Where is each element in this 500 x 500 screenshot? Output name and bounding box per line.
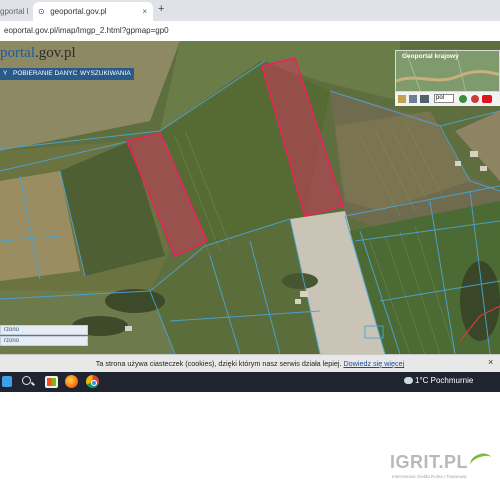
- tab-title: geoportal.gov.pl: [50, 7, 107, 16]
- igrit-logo-text: IGRIT.PL: [390, 452, 469, 472]
- brand-domain: .gov.pl: [35, 45, 76, 61]
- geoportal-logo[interactable]: portal.gov.pl: [0, 45, 76, 62]
- globe-icon: ⊙: [38, 7, 45, 16]
- menu-item-pobieranie-danych[interactable]: POBIERANIE DANYCH: [10, 68, 85, 80]
- search-icon[interactable]: [22, 376, 31, 385]
- brand-name: portal: [0, 45, 35, 61]
- printer-icon[interactable]: [420, 95, 429, 103]
- youtube-icon[interactable]: [482, 95, 492, 103]
- tab-title: gportal l: [0, 7, 29, 16]
- firefox-icon[interactable]: [65, 375, 78, 388]
- layer-item[interactable]: rzono: [0, 325, 88, 335]
- igrit-logo: IGRIT.PL: [390, 452, 468, 473]
- map-toolbar: pol: [395, 92, 500, 106]
- browser-tab-bar: gportal l ⊙ geoportal.gov.pl × +: [0, 0, 500, 21]
- weather-text[interactable]: 1°C Pochmurnie: [415, 376, 473, 385]
- layer-item[interactable]: rzono: [0, 336, 88, 346]
- globe-icon[interactable]: [459, 95, 467, 103]
- address-bar[interactable]: eoportal.gov.pl/imap/Imgp_2.html?gpmap=g…: [0, 21, 500, 42]
- cookie-text: Ta strona używa ciasteczek (cookies), dz…: [95, 359, 342, 368]
- cookie-banner: Ta strona używa ciasteczek (cookies), dz…: [0, 354, 500, 373]
- close-tab-icon[interactable]: ×: [142, 2, 147, 21]
- tab-active[interactable]: ⊙ geoportal.gov.pl ×: [33, 2, 153, 21]
- windows-icon[interactable]: [2, 376, 12, 387]
- search-handle: [31, 381, 35, 386]
- help-icon[interactable]: [471, 95, 479, 103]
- leaf-icon: [468, 450, 494, 473]
- new-tab-button[interactable]: +: [158, 3, 164, 15]
- menu-item-wyszukiwania[interactable]: WYSZUKIWANIA: [77, 68, 134, 80]
- map-viewport[interactable]: portal.gov.pl Y POBIERANIE DANYCH WYSZUK…: [0, 41, 500, 354]
- weather-icon: [404, 377, 413, 384]
- url-text[interactable]: eoportal.gov.pl/imap/Imgp_2.html?gpmap=g…: [4, 26, 169, 35]
- menu-item-partial[interactable]: Y: [0, 68, 11, 80]
- overview-title: Geoportal krajowy: [402, 53, 459, 60]
- share-icon[interactable]: [409, 95, 417, 103]
- tab-background[interactable]: gportal l: [0, 2, 30, 21]
- chrome-center: [90, 379, 97, 386]
- close-icon[interactable]: ×: [488, 357, 493, 367]
- store-glyph: [47, 378, 56, 386]
- language-select[interactable]: pol: [434, 94, 454, 103]
- print-icon[interactable]: [398, 95, 406, 103]
- cookie-learn-more-link[interactable]: Dowiedz się więcej: [343, 359, 404, 368]
- igrit-subtitle: Internetowa Giełda Rolna i Towarowa: [392, 474, 467, 479]
- overview-map[interactable]: Geoportal krajowy: [395, 50, 500, 92]
- layers-panel: rzono rzono: [0, 325, 88, 354]
